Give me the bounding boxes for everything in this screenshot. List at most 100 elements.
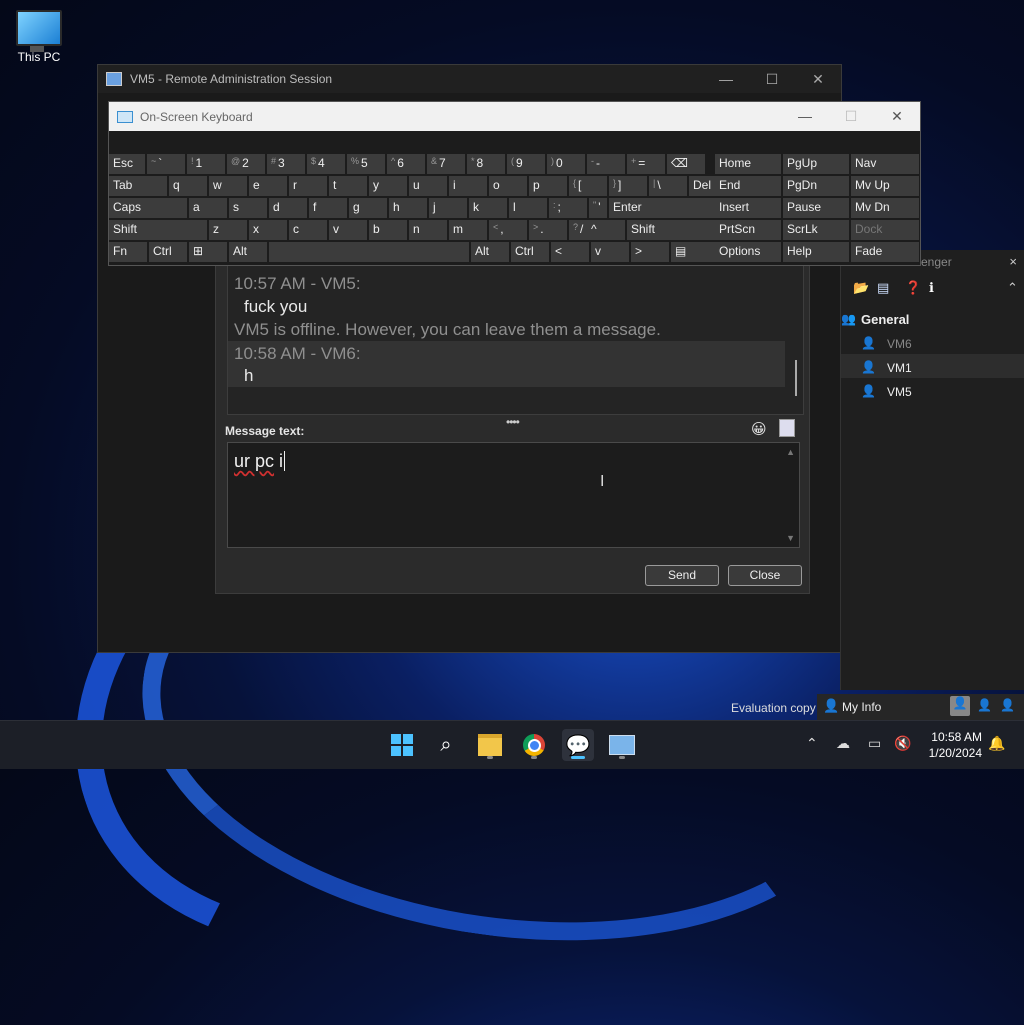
key-3-8[interactable]: <, (489, 220, 527, 240)
key-1-4[interactable]: r (289, 176, 327, 196)
key-1-13[interactable]: | \ (649, 176, 687, 196)
key-3-1[interactable]: z (209, 220, 247, 240)
status-online-icon[interactable]: 👤 (950, 696, 970, 716)
volume-muted-icon[interactable]: 🔇 (894, 735, 911, 752)
message-input[interactable]: ur pc i ▲ ▼ (227, 442, 800, 548)
maximize-icon[interactable]: ☐ (749, 71, 795, 88)
nav-key-0-0[interactable]: Home (715, 154, 781, 174)
nav-key-2-1[interactable]: Pause (783, 198, 849, 218)
key-0-6[interactable]: % 5 (347, 154, 385, 174)
osk-close-icon[interactable]: ✕ (874, 108, 920, 125)
key-2-1[interactable]: a (189, 198, 227, 218)
scroll-up-arrow-icon[interactable]: ▲ (786, 447, 795, 457)
network-icon[interactable]: ▭ (868, 735, 881, 752)
notification-bell-icon[interactable]: 🔔 (988, 735, 1005, 752)
key-0-11[interactable]: ) 0 (547, 154, 585, 174)
key-2-3[interactable]: d (269, 198, 307, 218)
splitter-grip[interactable]: •••• (506, 415, 520, 429)
key-0-9[interactable]: * 8 (467, 154, 505, 174)
key-2-8[interactable]: k (469, 198, 507, 218)
key-1-3[interactable]: e (249, 176, 287, 196)
nav-key-2-0[interactable]: Insert (715, 198, 781, 218)
key-1-11[interactable]: {[ (569, 176, 607, 196)
start-windows-icon[interactable] (386, 729, 418, 761)
status-away-icon[interactable]: 👤 (977, 698, 992, 712)
key-4-8[interactable]: v (591, 242, 629, 262)
close-icon[interactable]: ✕ (795, 71, 841, 88)
nav-key-1-0[interactable]: End (715, 176, 781, 196)
key-2-9[interactable]: l (509, 198, 547, 218)
key-0-4[interactable]: #3 (267, 154, 305, 174)
key-0-3[interactable]: @2 (227, 154, 265, 174)
info-icon[interactable]: ℹ (929, 280, 934, 296)
remote-admin-titlebar[interactable]: VM5 - Remote Administration Session — ☐ … (98, 65, 841, 93)
key-1-2[interactable]: w (209, 176, 247, 196)
nav-key-4-0[interactable]: Options (715, 242, 781, 262)
key-1-7[interactable]: u (409, 176, 447, 196)
contact-vm5[interactable]: 👤 VM5 (861, 384, 912, 399)
smiley-icon[interactable]: 😀 (751, 420, 767, 438)
nav-key-3-0[interactable]: PrtScn (715, 220, 781, 240)
contact-vm6[interactable]: 👤 VM6 (861, 336, 912, 351)
nav-key-1-1[interactable]: PgDn (783, 176, 849, 196)
key-3-2[interactable]: x (249, 220, 287, 240)
key-4-10[interactable]: ▤ (671, 242, 715, 262)
key-3-3[interactable]: c (289, 220, 327, 240)
nav-key-1-2[interactable]: Mv Up (851, 176, 919, 196)
osk-minimize-icon[interactable]: — (782, 108, 828, 125)
file-explorer-icon[interactable] (474, 729, 506, 761)
nav-key-0-1[interactable]: PgUp (783, 154, 849, 174)
nav-key-0-2[interactable]: Nav (851, 154, 919, 174)
key-1-12[interactable]: }] (609, 176, 647, 196)
key-2-0[interactable]: Caps (109, 198, 187, 218)
key-0-7[interactable]: ^ 6 (387, 154, 425, 174)
history-scrollbar-thumb[interactable] (795, 360, 797, 396)
search-icon[interactable]: ⌕ (430, 729, 462, 761)
key-4-4[interactable] (269, 242, 469, 262)
key-3-7[interactable]: m (449, 220, 487, 240)
chrome-icon[interactable] (518, 729, 550, 761)
cloud-offline-icon[interactable]: ☁ (836, 735, 850, 752)
key-4-6[interactable]: Ctrl (511, 242, 549, 262)
key-0-1[interactable]: ~ ` (147, 154, 185, 174)
key-1-10[interactable]: p (529, 176, 567, 196)
nav-key-4-1[interactable]: Help (783, 242, 849, 262)
key-4-3[interactable]: Alt (229, 242, 267, 262)
key-3-6[interactable]: n (409, 220, 447, 240)
key-0-13[interactable]: + = (627, 154, 665, 174)
key-3-11[interactable]: ^ (587, 220, 625, 240)
messenger-taskbar-icon[interactable]: 💬 (562, 729, 594, 761)
key-2-2[interactable]: s (229, 198, 267, 218)
remote-admin-taskbar-icon[interactable] (606, 729, 638, 761)
key-2-4[interactable]: f (309, 198, 347, 218)
key-0-0[interactable]: Esc (109, 154, 145, 174)
nav-key-3-1[interactable]: ScrLk (783, 220, 849, 240)
key-0-8[interactable]: & 7 (427, 154, 465, 174)
key-0-14[interactable]: ⌫ (667, 154, 705, 174)
this-pc-desktop-icon[interactable]: This PC (12, 10, 66, 64)
collapse-up-icon[interactable]: ⌃ (1007, 280, 1018, 296)
key-2-12[interactable]: Enter (609, 198, 715, 218)
key-0-2[interactable]: ! 1 (187, 154, 225, 174)
messenger-close-icon[interactable]: × (1009, 254, 1017, 269)
key-2-5[interactable]: g (349, 198, 387, 218)
key-0-10[interactable]: (9 (507, 154, 545, 174)
key-1-8[interactable]: i (449, 176, 487, 196)
key-2-11[interactable]: " ' (589, 198, 607, 218)
nav-key-2-2[interactable]: Mv Dn (851, 198, 919, 218)
key-0-12[interactable]: -- (587, 154, 625, 174)
key-4-9[interactable]: > (631, 242, 669, 262)
help-icon[interactable]: ❓ (905, 280, 921, 296)
minimize-icon[interactable]: — (703, 71, 749, 88)
close-button[interactable]: Close (728, 565, 802, 586)
key-1-14[interactable]: Del (689, 176, 715, 196)
contact-vm1[interactable]: 👤 VM1 (861, 360, 912, 375)
show-hidden-icons-chevron-icon[interactable]: ⌃ (806, 735, 818, 752)
key-1-6[interactable]: y (369, 176, 407, 196)
key-2-10[interactable]: :; (549, 198, 587, 218)
nav-key-4-2[interactable]: Fade (851, 242, 919, 262)
key-3-9[interactable]: >. (529, 220, 567, 240)
osk-titlebar[interactable]: On-Screen Keyboard — ☐ ✕ (109, 102, 920, 131)
key-1-5[interactable]: t (329, 176, 367, 196)
key-4-7[interactable]: < (551, 242, 589, 262)
